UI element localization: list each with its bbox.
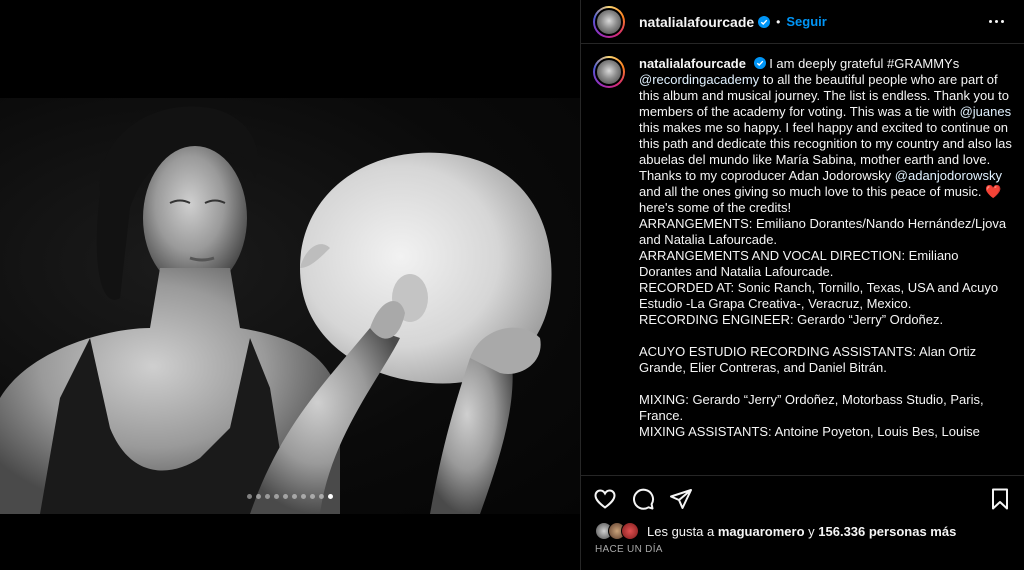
caption-username[interactable]: natalialafourcade	[639, 56, 746, 71]
post-timestamp[interactable]: HACE UN DÍA	[595, 544, 663, 555]
post-media	[0, 0, 580, 570]
heart-emoji: ❤️	[985, 184, 1002, 199]
verified-badge-icon	[758, 15, 771, 28]
credit-line: ACUYO ESTUDIO RECORDING ASSISTANTS: Alan…	[639, 344, 977, 375]
caption-part: and all the ones giving so much love to …	[639, 184, 986, 199]
mention-juanes[interactable]: @juanes	[960, 104, 1012, 119]
comment-icon[interactable]	[631, 487, 655, 511]
carousel-dot	[310, 494, 315, 499]
action-bar	[593, 486, 1012, 512]
carousel-indicator	[0, 494, 580, 499]
author-username[interactable]: natalialafourcade	[639, 14, 754, 30]
caption-text: natalialafourcade I am deeply grateful #…	[639, 56, 1012, 470]
carousel-dot	[292, 494, 297, 499]
caption-section: natalialafourcade I am deeply grateful #…	[593, 56, 1012, 470]
liker-username[interactable]: maguaromero	[718, 524, 805, 539]
likes-count[interactable]: 156.336 personas más	[818, 524, 956, 539]
photo-illustration	[0, 106, 552, 514]
header-separator: •	[776, 14, 781, 29]
carousel-dot	[328, 494, 333, 499]
credit-line: ARRANGEMENTS AND VOCAL DIRECTION: Emilia…	[639, 248, 959, 279]
more-options-icon[interactable]	[983, 14, 1010, 29]
credit-line: MIXING: Gerardo “Jerry” Ordoñez, Motorba…	[639, 392, 984, 423]
carousel-dot	[274, 494, 279, 499]
follow-button[interactable]: Seguir	[786, 14, 826, 29]
liker-avatars[interactable]	[595, 522, 639, 540]
carousel-dot	[247, 494, 252, 499]
post-header: natalialafourcade • Seguir	[581, 0, 1024, 44]
carousel-dot	[283, 494, 288, 499]
paper-plane-icon[interactable]	[669, 487, 693, 511]
post-panel: natalialafourcade • Seguir natalialafour…	[580, 0, 1024, 570]
post-photo[interactable]	[0, 98, 580, 514]
bookmark-icon[interactable]	[988, 487, 1012, 511]
carousel-dot	[265, 494, 270, 499]
credit-line: RECORDED AT: Sonic Ranch, Tornillo, Texa…	[639, 280, 999, 311]
credit-line	[639, 328, 1012, 344]
mention-recordingacademy[interactable]: @recordingacademy	[639, 72, 759, 87]
author-avatar[interactable]	[593, 5, 625, 38]
heart-icon[interactable]	[593, 487, 617, 511]
mention-adanjodorowsky[interactable]: @adanjodorowsky	[895, 168, 1002, 183]
caption-part: here's some of the credits!	[639, 200, 792, 215]
divider	[581, 475, 1024, 476]
carousel-dot	[319, 494, 324, 499]
verified-badge-icon	[753, 57, 766, 69]
likes-prefix: Les gusta a	[647, 523, 718, 539]
carousel-dot	[301, 494, 306, 499]
likes-middle: y	[804, 523, 819, 539]
caption-part: I am deeply grateful #GRAMMYs	[769, 56, 960, 71]
credit-line: RECORDING ENGINEER: Gerardo “Jerry” Ordo…	[639, 312, 944, 327]
credit-line: MIXING ASSISTANTS: Antoine Poyeton, Loui…	[639, 424, 980, 439]
carousel-dot	[256, 494, 261, 499]
avatar	[621, 522, 639, 540]
credit-line	[639, 376, 1012, 392]
likes-row: Les gusta a maguaromero y 156.336 person…	[595, 522, 1012, 540]
caption-avatar[interactable]	[593, 56, 625, 88]
credit-line: ARRANGEMENTS: Emiliano Dorantes/Nando He…	[639, 216, 1007, 247]
credits-list: ARRANGEMENTS: Emiliano Dorantes/Nando He…	[639, 216, 1012, 440]
